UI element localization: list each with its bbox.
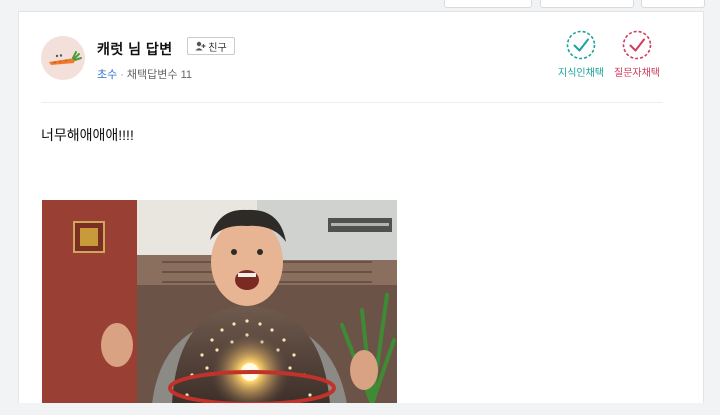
asker-adopted-badge: 질문자채택 [612,30,662,79]
add-person-icon [195,41,206,51]
top-button[interactable] [540,0,634,8]
author-name[interactable]: 캐럿 님 답변 [97,39,173,59]
answer-image[interactable] [42,200,397,404]
carrot-avatar-icon [41,36,85,80]
meta-separator: · [120,69,124,81]
selected-answers-count: 11 [180,69,193,81]
answer-body-text: 너무해애애애!!!! [41,127,134,143]
answer-photo [42,200,397,404]
add-friend-button[interactable]: 친구 [187,37,235,55]
selected-answers-label: 채택답변수 [126,69,178,81]
author-meta: 초수 · 채택답변수 11 [97,66,192,82]
answer-card: 캐럿 님 답변 친구 초수 · 채택답변수 11 지식인채택 질문자채택 너무해… [18,11,704,404]
check-circle-icon [566,30,596,60]
check-circle-icon [622,30,652,60]
author-level[interactable]: 초수 [97,69,117,81]
friend-button-label: 친구 [208,42,227,54]
expert-adopted-badge: 지식인채택 [556,30,606,79]
author-avatar[interactable] [41,36,85,80]
top-button[interactable] [444,0,532,8]
top-button[interactable] [641,0,705,8]
asker-adopted-label: 질문자채택 [614,68,660,79]
top-background [0,0,720,11]
bottom-background [0,403,720,415]
expert-adopted-label: 지식인채택 [558,68,604,79]
header-divider [41,102,663,103]
